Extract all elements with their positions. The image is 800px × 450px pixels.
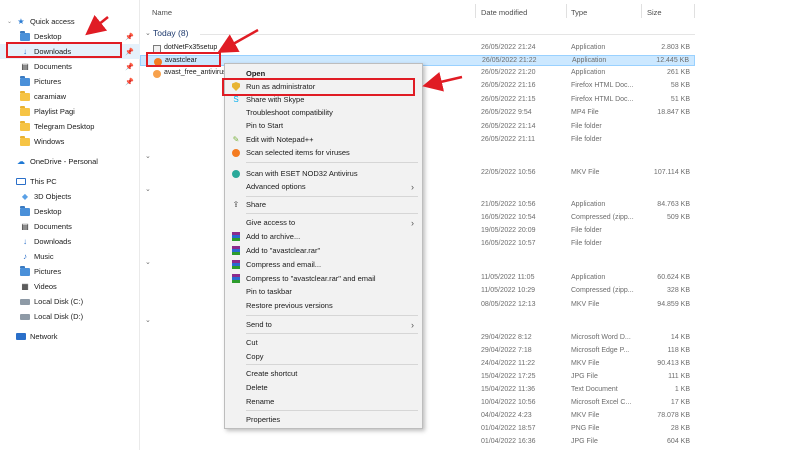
annotation-arrows: [85, 14, 463, 92]
arrow-to-downloads: [85, 14, 109, 36]
arrow-to-avastclear: [217, 28, 259, 53]
arrow-to-run-as-admin: [422, 71, 463, 92]
